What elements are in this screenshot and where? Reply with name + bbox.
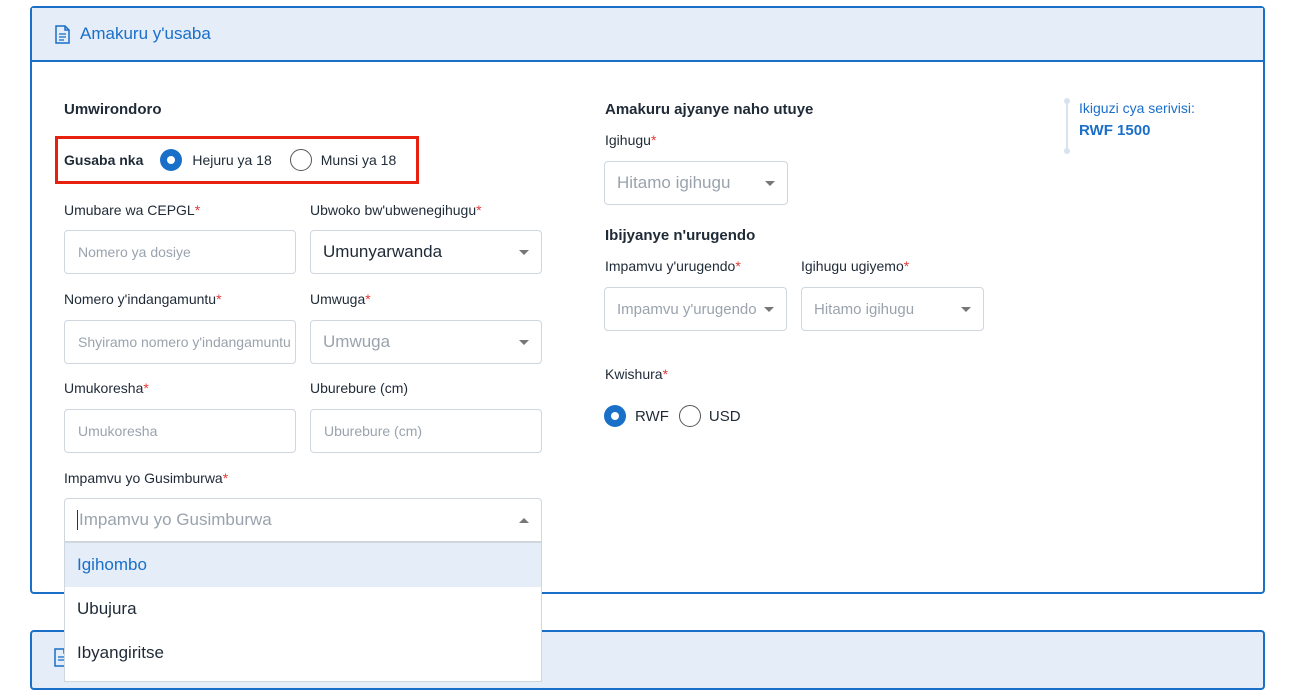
chevron-down-icon [961, 307, 971, 312]
nationality-label: Ubwoko bw'ubwenegihugu* [310, 202, 482, 218]
travel-reason-placeholder: Impamvu y'urugendo [617, 300, 757, 318]
height-label: Uburebure (cm) [310, 380, 409, 396]
age-under-18-radio[interactable] [289, 149, 312, 171]
age-group: Gusaba nka Hejuru ya 18 Munsi ya 18 [64, 149, 396, 171]
employer-label: Umukoresha* [64, 380, 149, 396]
service-fee-amount: RWF 1500 [1079, 122, 1151, 139]
chevron-down-icon [519, 340, 529, 345]
travel-reason-select[interactable]: Impamvu y'urugendo [604, 287, 787, 331]
chevron-down-icon [764, 307, 774, 312]
card-title: Amakuru y'usaba [80, 24, 211, 43]
dropdown-option-theft[interactable]: Ubujura [65, 587, 541, 631]
travel-section-title: Ibijyanye n'urugendo [605, 227, 756, 244]
payment-label: Kwishura* [605, 366, 669, 382]
currency-usd-radio[interactable] [678, 405, 701, 427]
nationality-value: Umunyarwanda [323, 242, 443, 261]
employer-input[interactable]: Umukoresha [64, 409, 296, 453]
destination-label: Igihugu ugiyemo* [801, 258, 910, 274]
replacement-reason-select[interactable]: Impamvu yo Gusimburwa [64, 498, 542, 542]
occupation-select[interactable]: Umwuga [310, 320, 542, 364]
replacement-reason-label: Impamvu yo Gusimburwa* [64, 470, 229, 486]
chevron-up-icon [519, 518, 529, 523]
country-label: Igihugu* [605, 132, 657, 148]
destination-placeholder: Hitamo igihugu [814, 300, 915, 318]
service-fee-label: Ikiguzi cya serivisi: [1079, 100, 1195, 116]
chevron-down-icon [519, 250, 529, 255]
document-icon [55, 24, 70, 44]
text-cursor [77, 510, 78, 530]
residence-section-title: Amakuru ajyanye naho utuye [605, 101, 814, 118]
occupation-label: Umwuga* [310, 291, 371, 307]
travel-reason-label: Impamvu y'urugendo* [605, 258, 741, 274]
replacement-reason-placeholder: Impamvu yo Gusimburwa [79, 510, 272, 529]
currency-group: RWF USD [604, 405, 741, 427]
height-input[interactable]: Uburebure (cm) [310, 409, 542, 453]
dropdown-option-damaged[interactable]: Ibyangiritse [65, 631, 541, 675]
nationality-select[interactable]: Umunyarwanda [310, 230, 542, 274]
dropdown-option-loss[interactable]: Igihombo [65, 543, 541, 587]
service-fee: Ikiguzi cya serivisi: RWF 1500 [1064, 98, 1195, 154]
replacement-reason-dropdown: Igihombo Ubujura Ibyangiritse [64, 542, 542, 682]
age-over-18-label[interactable]: Hejuru ya 18 [192, 152, 271, 168]
currency-rwf-label[interactable]: RWF [635, 408, 669, 425]
id-number-input[interactable]: Shyiramo nomero y'indangamuntu [64, 320, 296, 364]
age-label: Gusaba nka [64, 152, 144, 168]
chevron-down-icon [765, 181, 775, 186]
country-select[interactable]: Hitamo igihugu [604, 161, 788, 205]
id-number-label: Nomero y'indangamuntu* [64, 291, 222, 307]
occupation-placeholder: Umwuga [323, 332, 391, 351]
profile-section-title: Umwirondoro [64, 101, 162, 118]
cepgl-input[interactable]: Nomero ya dosiye [64, 230, 296, 274]
currency-usd-label[interactable]: USD [709, 408, 741, 425]
country-placeholder: Hitamo igihugu [617, 173, 731, 192]
currency-rwf-radio[interactable] [604, 405, 626, 427]
card-header: Amakuru y'usaba [32, 8, 1263, 62]
age-under-18-label[interactable]: Munsi ya 18 [321, 152, 396, 168]
age-over-18-radio[interactable] [160, 149, 183, 171]
cepgl-label: Umubare wa CEPGL* [64, 202, 201, 218]
destination-select[interactable]: Hitamo igihugu [801, 287, 984, 331]
